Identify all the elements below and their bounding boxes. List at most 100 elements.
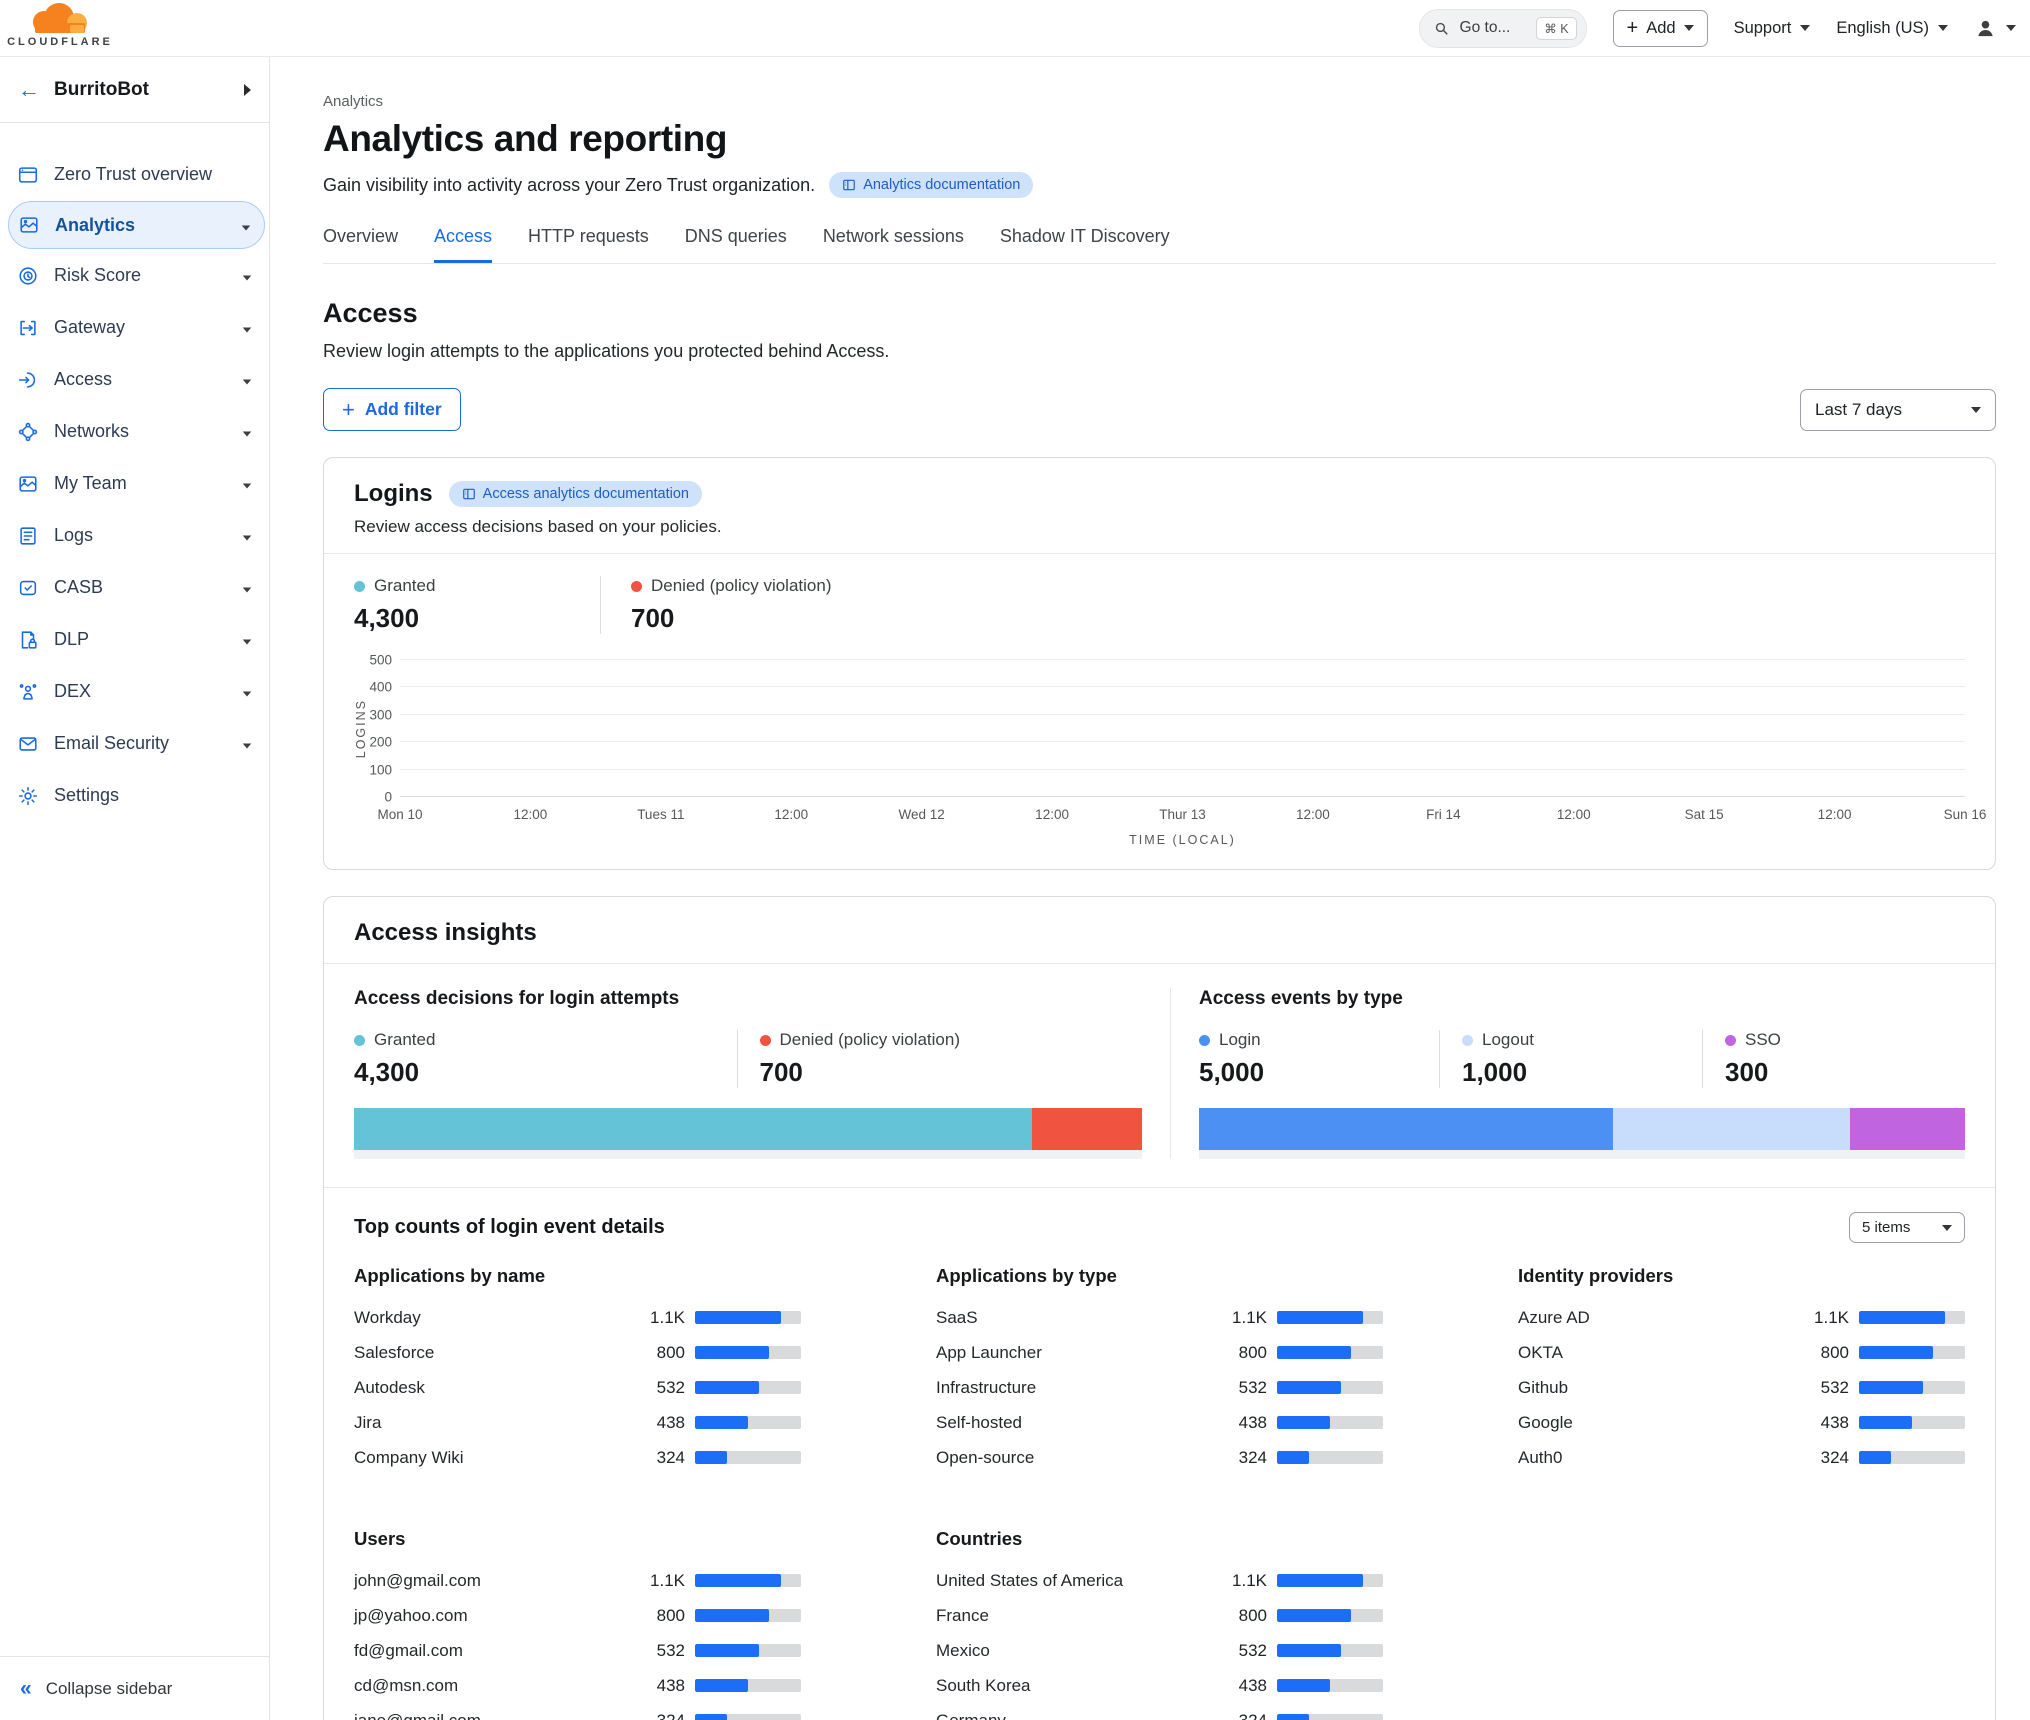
account-menu[interactable] — [1974, 17, 2016, 40]
logins-chart-plot: LOGINS 0100200300400500 — [400, 660, 1965, 797]
sidebar-item-gateway[interactable]: Gateway — [0, 302, 269, 353]
top-counts-title: Top counts of login event details — [354, 1216, 665, 1239]
global-search[interactable]: Go to... ⌘ K — [1419, 9, 1587, 48]
items-per-list-select[interactable]: 5 items — [1849, 1212, 1965, 1243]
tab-shadow-it-discovery[interactable]: Shadow IT Discovery — [1000, 226, 1170, 263]
sidebar-item-analytics[interactable]: Analytics — [8, 201, 265, 249]
table-row: Company Wiki324 — [354, 1447, 801, 1468]
sidebar-item-label: Networks — [54, 421, 129, 442]
table-row: Autodesk532 — [354, 1377, 801, 1398]
legend-login: Login 5,000 — [1199, 1030, 1439, 1088]
row-bar-fill — [695, 1644, 759, 1657]
row-bar-track — [1859, 1311, 1965, 1324]
tab-dns-queries[interactable]: DNS queries — [685, 226, 787, 263]
access-insights-card: Access insights Access decisions for log… — [323, 896, 1996, 1720]
chevron-down-icon — [1800, 25, 1810, 31]
gateway-icon — [17, 317, 39, 339]
table-row: App Launcher800 — [936, 1342, 1383, 1363]
tab-overview[interactable]: Overview — [323, 226, 398, 263]
add-filter-button[interactable]: + Add filter — [323, 388, 461, 431]
row-label: South Korea — [936, 1676, 1211, 1696]
row-value: 532 — [1793, 1378, 1849, 1398]
access-decisions-panel: Access decisions for login attempts Gran… — [354, 988, 1170, 1159]
sidebar-item-zero-trust-overview[interactable]: Zero Trust overview — [0, 149, 269, 200]
row-bar-track — [695, 1416, 801, 1429]
row-value: 800 — [1793, 1343, 1849, 1363]
tab-network-sessions[interactable]: Network sessions — [823, 226, 964, 263]
row-bar-fill — [1277, 1714, 1309, 1720]
x-tick-label: 12:00 — [1296, 807, 1330, 822]
account-switcher[interactable]: ← BurritoBot — [0, 57, 269, 123]
row-bar-track — [695, 1346, 801, 1359]
sidebar-item-logs[interactable]: Logs — [0, 510, 269, 561]
row-bar-fill — [1277, 1311, 1363, 1324]
row-label: jane@gmail.com — [354, 1711, 629, 1720]
sidebar-item-risk-score[interactable]: Risk Score — [0, 250, 269, 301]
row-label: john@gmail.com — [354, 1571, 629, 1591]
gridline — [400, 741, 1965, 742]
row-bar-track — [695, 1644, 801, 1657]
sidebar-item-casb[interactable]: CASB — [0, 562, 269, 613]
row-value: 532 — [1211, 1378, 1267, 1398]
email-security-icon — [17, 733, 39, 755]
row-bar-fill — [1859, 1346, 1933, 1359]
row-bar-fill — [1859, 1311, 1945, 1324]
legend-denied: Denied (policy violation) 700 — [600, 576, 831, 634]
row-bar-fill — [695, 1714, 727, 1720]
support-menu[interactable]: Support — [1734, 19, 1811, 38]
x-tick-label: Fri 14 — [1426, 807, 1461, 822]
back-arrow-icon[interactable]: ← — [18, 79, 40, 101]
row-bar-fill — [695, 1574, 781, 1587]
row-value: 800 — [1211, 1343, 1267, 1363]
legend-granted: Granted 4,300 — [354, 576, 600, 634]
tab-access[interactable]: Access — [434, 226, 492, 263]
tab-http-requests[interactable]: HTTP requests — [528, 226, 649, 263]
table-row: Jira438 — [354, 1412, 801, 1433]
row-label: Autodesk — [354, 1378, 629, 1398]
login-segment — [1199, 1108, 1613, 1150]
chevron-down-icon — [242, 733, 252, 754]
sidebar-item-settings[interactable]: Settings — [0, 770, 269, 821]
access-events-stacked-bar — [1199, 1108, 1965, 1150]
row-bar-track — [1277, 1644, 1383, 1657]
row-bar-track — [1277, 1381, 1383, 1394]
row-bar-track — [695, 1679, 801, 1692]
language-menu[interactable]: English (US) — [1836, 19, 1948, 38]
sidebar-item-dex[interactable]: DEX — [0, 666, 269, 717]
row-bar-fill — [1859, 1451, 1891, 1464]
gridline — [400, 686, 1965, 687]
items-per-list-value: 5 items — [1862, 1219, 1910, 1236]
collapse-sidebar-button[interactable]: « Collapse sidebar — [0, 1656, 269, 1720]
chevron-down-icon — [1684, 25, 1694, 31]
analytics-documentation-badge[interactable]: Analytics documentation — [829, 172, 1033, 198]
legend-sso: SSO 300 — [1702, 1030, 1965, 1088]
sidebar-item-my-team[interactable]: My Team — [0, 458, 269, 509]
chevron-down-icon — [241, 215, 251, 236]
row-bar-fill — [1277, 1451, 1309, 1464]
row-bar-track — [695, 1311, 801, 1324]
denied-dot-icon — [760, 1035, 771, 1046]
gridline — [400, 714, 1965, 715]
add-button-label: Add — [1646, 19, 1675, 38]
bar-track — [1199, 1150, 1965, 1159]
sidebar-item-email-security[interactable]: Email Security — [0, 718, 269, 769]
sidebar-item-access[interactable]: Access — [0, 354, 269, 405]
add-button[interactable]: + Add — [1613, 10, 1708, 47]
casb-icon — [17, 577, 39, 599]
y-tick-label: 500 — [369, 653, 392, 668]
chevron-down-icon — [242, 577, 252, 598]
date-range-select[interactable]: Last 7 days — [1800, 389, 1996, 431]
sidebar-item-dlp[interactable]: DLP — [0, 614, 269, 665]
table-row: john@gmail.com1.1K — [354, 1570, 801, 1591]
group-title: Countries — [936, 1528, 1383, 1550]
x-tick-label: Mon 10 — [377, 807, 422, 822]
granted-total: 4,300 — [354, 603, 600, 634]
access-analytics-documentation-badge[interactable]: Access analytics documentation — [449, 481, 702, 507]
dex-icon — [17, 681, 39, 703]
chevron-down-icon — [242, 681, 252, 702]
logins-chart: LOGINS 0100200300400500 Mon 1012:00Tues … — [324, 634, 1995, 869]
sidebar-item-networks[interactable]: Networks — [0, 406, 269, 457]
chevron-right-icon[interactable] — [244, 84, 251, 96]
row-bar-fill — [695, 1346, 769, 1359]
row-bar-fill — [1277, 1574, 1363, 1587]
